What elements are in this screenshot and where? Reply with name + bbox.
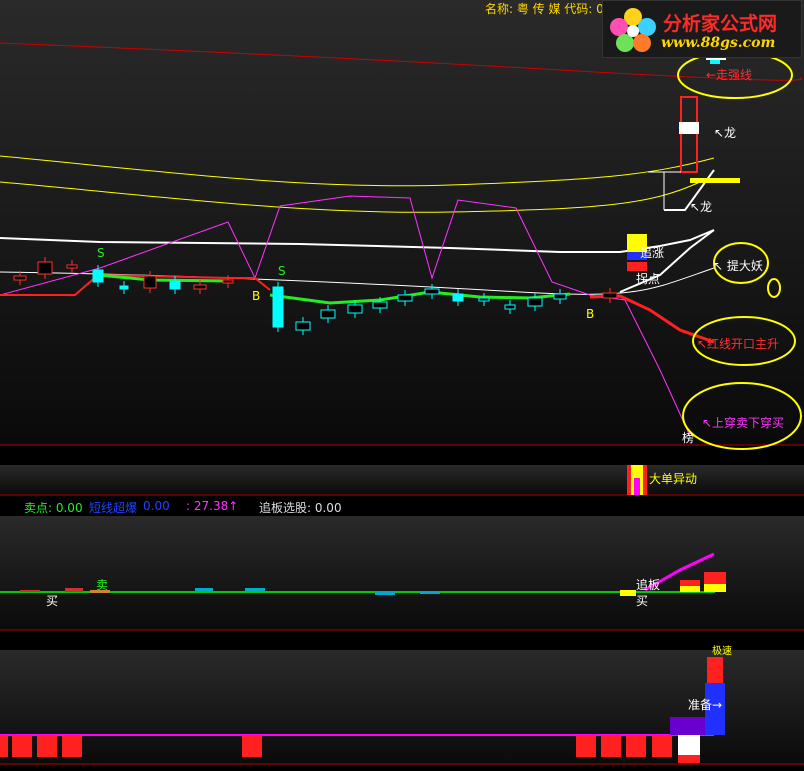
signal-bar — [62, 735, 82, 757]
sig-label-jisu: 极速 — [712, 646, 732, 657]
signal-purple-block — [670, 717, 710, 735]
signal-bar — [601, 735, 621, 757]
s-mark-2: S — [278, 264, 286, 278]
volume-bar — [195, 588, 213, 591]
label-shangchuan: ↖上穿卖下穿买 — [702, 416, 785, 430]
candle-body — [320, 309, 336, 319]
signal-bar — [576, 735, 596, 757]
candle-body — [347, 304, 363, 314]
candle-body — [37, 261, 53, 275]
candle-body — [92, 269, 104, 283]
signal-bar — [652, 735, 672, 757]
candle-body — [504, 304, 516, 310]
candle-body — [13, 275, 27, 281]
dragon-white-block — [679, 122, 699, 134]
label-tidayao: ↖ 提大妖 — [713, 259, 763, 273]
volume-bar — [245, 588, 265, 592]
logo-text-url: www.88gs.com — [661, 35, 776, 51]
signal-bar — [0, 735, 8, 757]
flower-icon — [610, 8, 656, 52]
status-blue-value: 0.00 — [143, 499, 170, 513]
label-zouqiang: ←走强线 — [706, 68, 753, 82]
vol-label-zhuiban: 追板 — [636, 578, 661, 592]
vol-label-buy2: 买 — [636, 594, 649, 608]
label-zhuizhang: 追涨 — [640, 246, 665, 260]
s-mark-1: S — [97, 246, 105, 260]
volume-bar — [704, 584, 726, 592]
status-sell: 卖点: 0.00 — [24, 501, 83, 515]
signal-red-bottom — [678, 755, 700, 763]
signal-bar — [626, 735, 646, 757]
candle-body — [272, 286, 284, 328]
candle-body — [397, 294, 413, 302]
sig-label-zhunbei: 准备→ — [688, 698, 723, 712]
label-long-2: ↖龙 — [690, 200, 713, 214]
b-mark-1: B — [252, 289, 261, 303]
chart-stage[interactable]: 名称: 粤 传 媒 代码: 00 分析家公式网 www.88gs.com ←走强… — [0, 0, 804, 767]
volume-bar — [420, 592, 440, 594]
volume-bar — [375, 592, 395, 595]
top-marker-cyan — [710, 60, 720, 64]
candle-body — [424, 288, 440, 295]
candle-body — [193, 284, 207, 290]
candle-body — [119, 285, 129, 290]
status-blue-label: 短线超爆 — [89, 501, 138, 515]
site-logo: 分析家公式网 www.88gs.com — [602, 0, 802, 58]
candle-body — [478, 297, 490, 302]
label-hongxian: ↖红线开口主升 — [697, 337, 780, 351]
candle-body — [553, 293, 567, 300]
volume-panel-bg — [0, 516, 804, 630]
main-panel-bg — [0, 0, 804, 445]
vol-label-buy: 买 — [46, 594, 59, 608]
b-mark-2: B — [586, 307, 595, 321]
dragon-yellow-bar — [690, 178, 740, 183]
candle-body — [527, 297, 543, 307]
candle-body — [452, 293, 464, 302]
signal-bar — [12, 735, 32, 757]
candle-body — [372, 301, 388, 309]
candle-body — [143, 275, 157, 289]
chase-red-block — [627, 262, 647, 271]
signal-red-top — [707, 657, 723, 683]
label-long-1: ↖龙 — [714, 126, 737, 140]
status-magenta: : 27.38↑ — [186, 499, 239, 513]
stock-title: 名称: 粤 传 媒 代码: 00 — [485, 2, 612, 16]
signal-bar — [242, 735, 262, 757]
label-dadan: 大单异动 — [649, 472, 698, 486]
candle-body — [169, 280, 181, 290]
candle-body — [222, 279, 234, 284]
volume-bar — [65, 588, 83, 592]
candle-body — [602, 292, 618, 299]
status-bar: 卖点: 0.00 短线超爆 0.00 : 27.38↑ 追板选股: 0.00 — [0, 497, 804, 515]
vol-label-sell: 卖 — [96, 578, 109, 592]
volume-bar — [20, 590, 40, 592]
volume-bar — [680, 586, 700, 592]
label-guaidian: 拐点 — [636, 272, 661, 286]
candle-body — [66, 264, 78, 269]
volume-bar — [620, 590, 636, 596]
candle-body — [295, 321, 311, 331]
signal-bar — [37, 735, 57, 757]
status-zhuiban: 追板选股: 0.00 — [259, 501, 342, 515]
logo-text-cn: 分析家公式网 — [663, 13, 778, 35]
label-bang: 榜 — [682, 431, 695, 445]
chart-svg — [0, 0, 804, 765]
bigorder-magenta — [634, 478, 640, 495]
